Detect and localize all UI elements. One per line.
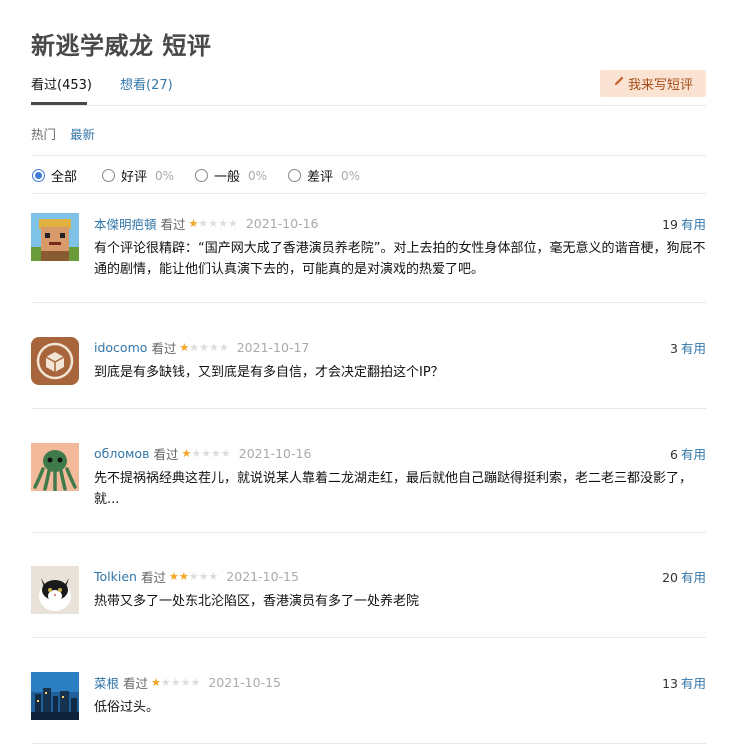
filter-bad-pct: 0% (341, 168, 361, 183)
comment-item: Tolkien 看过 ★★★★★ ★★★★★ 2021-10-15 20有用 热… (31, 566, 706, 638)
comment-header: Tolkien 看过 ★★★★★ ★★★★★ 2021-10-15 20有用 (94, 567, 706, 586)
comment-user[interactable]: idocomo (94, 340, 147, 355)
pencil-icon (613, 76, 624, 91)
rating-filter: 全部 好评 0% 一般 0% 差评 0% (31, 166, 706, 194)
active-tab-underline (31, 102, 87, 105)
filter-mid[interactable]: 一般 0% (195, 166, 267, 185)
stars-filled: ★★★★★ (188, 216, 199, 230)
comment-status: 看过 (123, 675, 149, 691)
comment-item: 菜根 看过 ★★★★★ ★★★★★ 2021-10-15 13有用 低俗过头。 (31, 672, 706, 744)
sort-bar: 热门 最新 (31, 124, 706, 156)
comment-date: 2021-10-15 (208, 674, 281, 690)
vote-area: 20 有用 (662, 567, 706, 586)
useful-button[interactable]: 有用 (681, 570, 706, 585)
rating-stars: ★★★★★ ★★★★★ (179, 341, 228, 354)
filter-mid-pct: 0% (248, 168, 268, 183)
vote-count: 6 (670, 447, 678, 462)
comment-status: 看过 (140, 569, 166, 585)
avatar[interactable] (31, 443, 79, 491)
city-night-avatar (31, 672, 79, 720)
page-title: 新逃学威龙 短评 (31, 32, 212, 60)
comment-date: 2021-10-16 (238, 445, 312, 461)
radio-good[interactable] (102, 169, 115, 182)
vote-count: 19 (662, 217, 678, 232)
radio-all[interactable] (32, 169, 45, 182)
useful-button[interactable]: 有用 (681, 217, 706, 232)
rating-stars: ★★★★★ ★★★★★ (169, 570, 218, 583)
box-icon-avatar (31, 337, 79, 385)
comment-date: 2021-10-17 (236, 339, 310, 355)
vote-area: 6 有用 (670, 444, 706, 463)
radio-bad[interactable] (288, 169, 301, 182)
pixel-character-avatar (31, 213, 79, 261)
rating-stars: ★★★★★ ★★★★★ (151, 676, 200, 689)
comment-text: 到底是有多缺钱，又到底是有多自信，才会决定翻拍这个IP？ (94, 365, 444, 380)
filter-good-label: 好评 (121, 170, 148, 185)
filter-bad[interactable]: 差评 0% (288, 166, 360, 185)
avatar[interactable] (31, 337, 79, 385)
comment-header: обломов 看过 ★★★★★ ★★★★★ 2021-10-16 6有用 (94, 444, 706, 463)
vote-area: 3 有用 (670, 338, 706, 357)
filter-mid-label: 一般 (214, 170, 241, 185)
stars-filled: ★★★★★ (179, 340, 190, 354)
filter-all[interactable]: 全部 (32, 166, 77, 185)
rating-stars: ★★★★★ ★★★★★ (189, 217, 238, 230)
stars-filled: ★★★★★ (168, 569, 189, 583)
filter-good[interactable]: 好评 0% (102, 166, 174, 185)
comment-text: 先不提祸祸经典这茬儿，就说说某人靠着二龙湖走红，最后就他自己蹦跶得挺利索，老二老… (94, 471, 693, 507)
filter-bad-label: 差评 (307, 170, 334, 185)
vote-count: 20 (662, 570, 678, 585)
tab-bar: 看过(453) 想看(27) 我来写短评 (31, 70, 706, 106)
comment-item: 本傑明疤頓 看过 ★★★★★ ★★★★★ 2021-10-16 19有用 有个评… (31, 213, 706, 303)
vote-count: 3 (670, 341, 678, 356)
vote-count: 13 (662, 676, 678, 691)
avatar[interactable] (31, 566, 79, 614)
filter-good-pct: 0% (155, 168, 175, 183)
useful-button[interactable]: 有用 (681, 447, 706, 462)
comment-item: idocomo 看过 ★★★★★ ★★★★★ 2021-10-17 3有用 到底… (31, 337, 706, 409)
comment-date: 2021-10-16 (245, 215, 319, 231)
stars-filled: ★★★★★ (151, 675, 161, 689)
comment-text: 热带又多了一处东北沦陷区，香港演员有多了一处养老院 (94, 594, 420, 609)
cat-avatar (31, 566, 79, 614)
comment-status: 看过 (160, 216, 186, 232)
comment-status: 看过 (151, 340, 177, 356)
radio-mid[interactable] (195, 169, 208, 182)
comment-header: 菜根 看过 ★★★★★ ★★★★★ 2021-10-15 13有用 (94, 673, 706, 692)
vote-area: 13 有用 (662, 673, 706, 692)
comment-text: 有个评论很精辟：“国产网大成了香港演员养老院”。对上去拍的女性身体部位，毫无意义… (94, 241, 706, 277)
tab-watched-label: 看过(453) (31, 78, 92, 93)
comment-header: idocomo 看过 ★★★★★ ★★★★★ 2021-10-17 3有用 (94, 338, 706, 357)
useful-button[interactable]: 有用 (681, 341, 706, 356)
avatar[interactable] (31, 672, 79, 720)
stars-filled: ★★★★★ (181, 446, 192, 460)
sort-latest[interactable]: 最新 (70, 124, 95, 143)
comment-date: 2021-10-15 (226, 568, 299, 584)
comment-user[interactable]: обломов (94, 446, 149, 461)
write-review-button[interactable]: 我来写短评 (600, 70, 706, 97)
comment-status: 看过 (153, 446, 179, 462)
filter-all-label: 全部 (51, 170, 78, 185)
octopus-avatar (31, 443, 79, 491)
comment-item: обломов 看过 ★★★★★ ★★★★★ 2021-10-16 6有用 先不… (31, 443, 706, 533)
sort-hot[interactable]: 热门 (31, 124, 56, 143)
comment-user[interactable]: 菜根 (94, 673, 119, 692)
comment-header: 本傑明疤頓 看过 ★★★★★ ★★★★★ 2021-10-16 19有用 (94, 214, 706, 233)
write-review-label: 我来写短评 (627, 78, 693, 93)
vote-area: 19 有用 (662, 214, 706, 233)
avatar[interactable] (31, 213, 79, 261)
comment-user[interactable]: 本傑明疤頓 (94, 214, 157, 233)
tab-want[interactable]: 想看(27) (120, 74, 173, 93)
comment-text: 低俗过头。 (94, 700, 160, 715)
tab-watched[interactable]: 看过(453) (31, 74, 92, 106)
useful-button[interactable]: 有用 (681, 676, 706, 691)
rating-stars: ★★★★★ ★★★★★ (181, 447, 230, 460)
comment-user[interactable]: Tolkien (94, 569, 137, 584)
